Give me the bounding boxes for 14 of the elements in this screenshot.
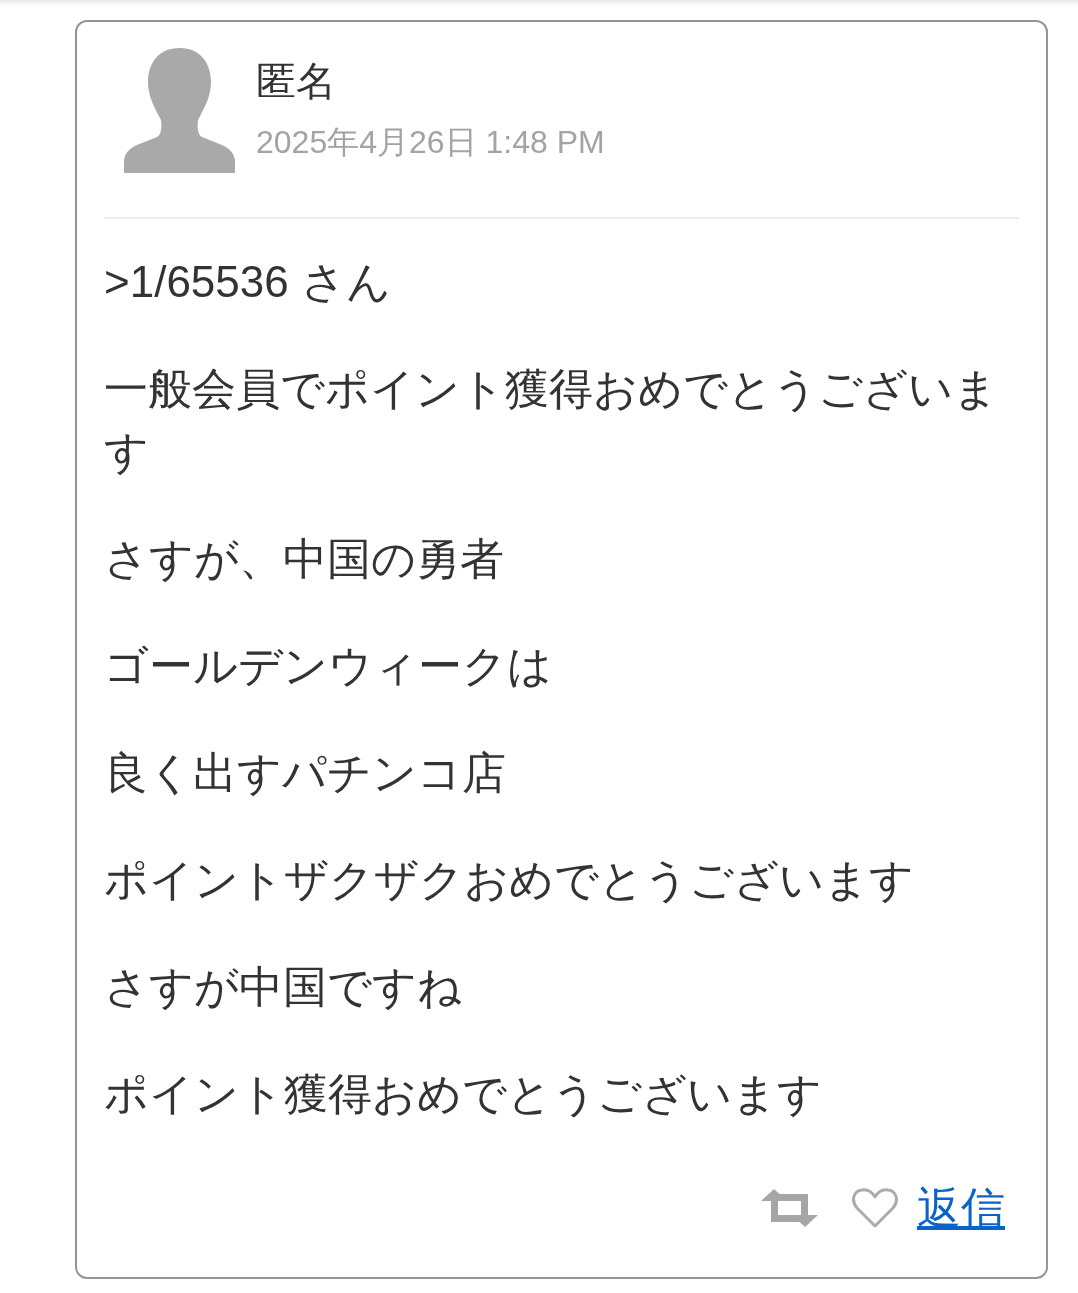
avatar-silhouette-icon bbox=[124, 48, 235, 173]
post-text: >1/65536 さん bbox=[104, 256, 392, 308]
post-text: 一般会員でポイント獲得おめでとうございます bbox=[104, 363, 999, 478]
heart-icon[interactable] bbox=[852, 1188, 898, 1228]
post-text: ポイント獲得おめでとうございます bbox=[104, 1068, 823, 1120]
reply-link[interactable]: 返信 bbox=[917, 1181, 1005, 1235]
post-text: さすが中国ですね bbox=[104, 961, 463, 1013]
post-text: ゴールデンウィークは bbox=[104, 640, 553, 692]
post-text: さすが、中国の勇者 bbox=[104, 533, 505, 585]
post-text: ポイントザクザクおめでとうございます bbox=[104, 854, 915, 906]
repost-icon[interactable] bbox=[761, 1189, 818, 1227]
post-timestamp: 2025年4月26日 1:48 PM bbox=[256, 123, 605, 162]
post-text: 良く出すパチンコ店 bbox=[104, 747, 507, 799]
author-name: 匿名 bbox=[256, 58, 337, 105]
